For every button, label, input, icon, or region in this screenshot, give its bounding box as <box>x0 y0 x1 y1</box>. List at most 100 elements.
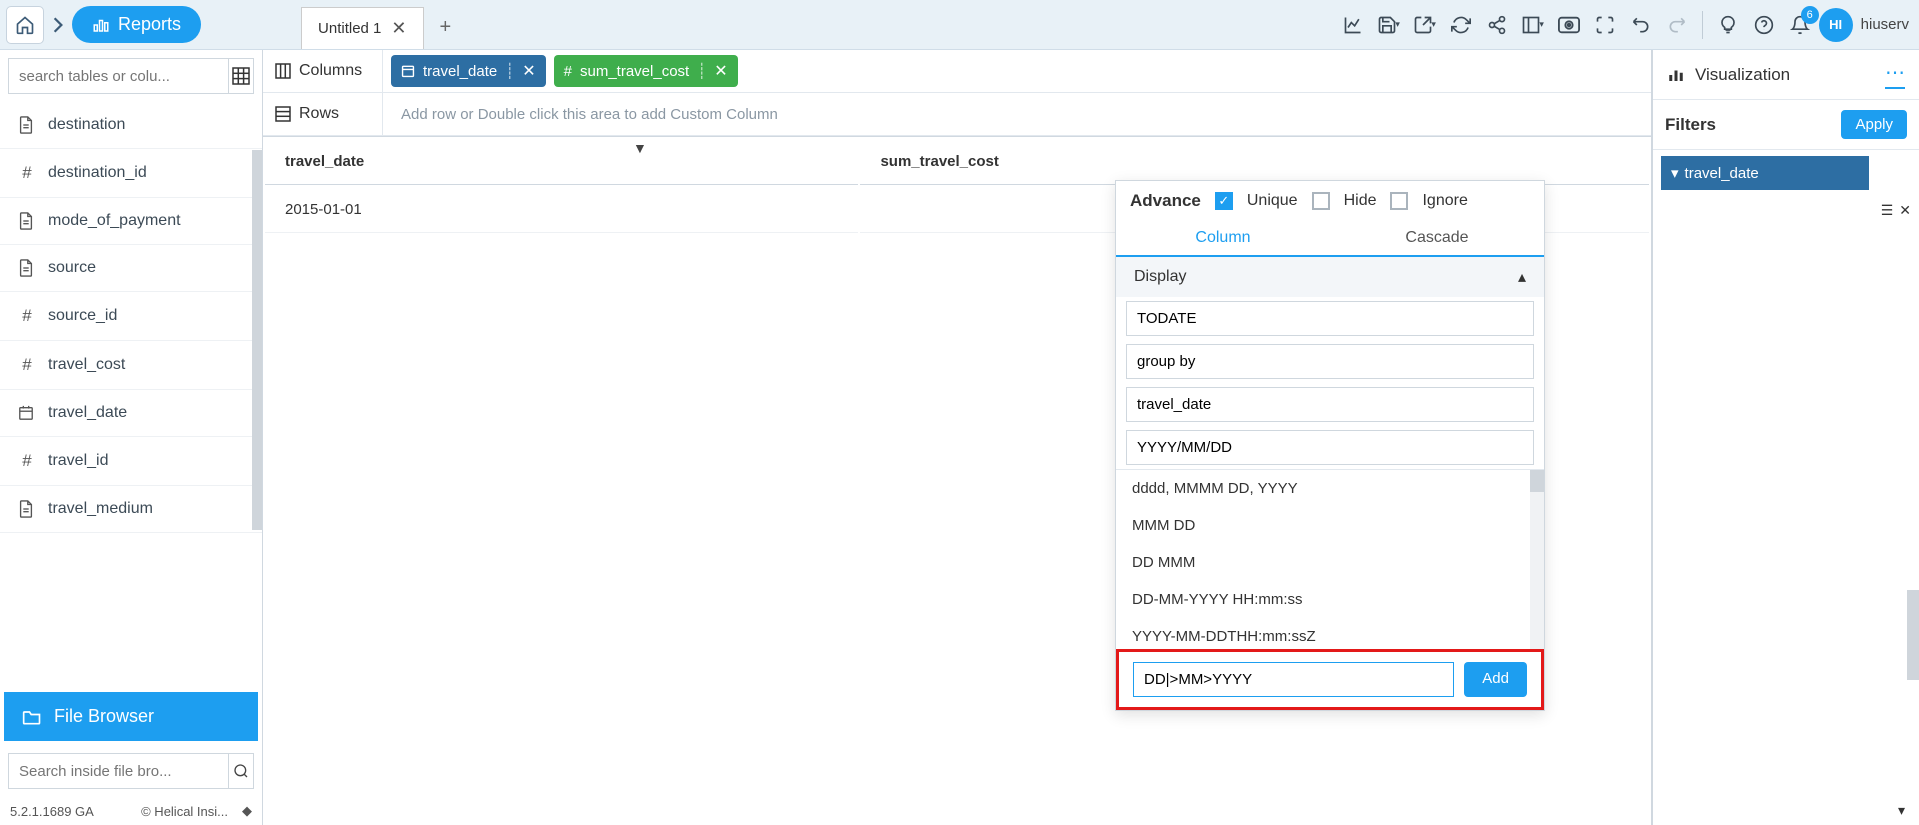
divider-icon: ┊ <box>505 62 514 80</box>
username: hiuserv <box>1855 16 1909 33</box>
tab-cascade[interactable]: Cascade <box>1330 221 1544 255</box>
field-item[interactable]: #destination_id <box>0 149 262 198</box>
notification-icon[interactable]: 6 <box>1783 8 1817 42</box>
columns-shelf-label: Columns <box>263 50 383 92</box>
add-format-row: Add <box>1116 649 1544 710</box>
hide-checkbox[interactable] <box>1312 192 1330 210</box>
file-icon <box>18 259 36 277</box>
caret-down-icon[interactable]: ▾ <box>1898 802 1905 819</box>
field-label: source <box>48 259 96 277</box>
table-header[interactable]: travel_date <box>265 139 858 185</box>
close-icon[interactable]: ✕ <box>522 61 535 81</box>
format-option[interactable]: MMM DD <box>1116 507 1544 544</box>
more-icon[interactable]: ⋯ <box>1885 60 1905 89</box>
field-label: travel_id <box>48 452 108 470</box>
ignore-label: Ignore <box>1422 192 1467 210</box>
chevron-right-icon[interactable] <box>44 6 72 44</box>
refresh-icon[interactable] <box>1444 8 1478 42</box>
hash-icon: # <box>564 63 572 80</box>
format-option[interactable]: DD MMM <box>1116 544 1544 581</box>
cal-icon <box>18 405 36 421</box>
display-input[interactable] <box>1126 387 1534 422</box>
columns-shelf[interactable]: travel_date ┊ ✕ # sum_travel_cost ┊ ✕ <box>383 51 1651 91</box>
home-button[interactable] <box>6 6 44 44</box>
bulb-icon[interactable] <box>1711 8 1745 42</box>
notification-badge: 6 <box>1801 6 1819 24</box>
rows-shelf[interactable]: Add row or Double click this area to add… <box>383 102 1651 127</box>
table-header[interactable]: sum_travel_cost <box>860 139 1649 185</box>
sidebar-scrollbar[interactable] <box>252 150 262 530</box>
chip-label: travel_date <box>423 63 497 80</box>
field-item[interactable]: #travel_id <box>0 437 262 486</box>
footer-caret-icon[interactable]: ◆ <box>242 803 252 819</box>
field-item[interactable]: #travel_cost <box>0 341 262 390</box>
format-option[interactable]: DD-MM-YYYY HH:mm:ss <box>1116 581 1544 618</box>
add-tab-button[interactable]: + <box>424 6 468 49</box>
save-icon[interactable]: ▾ <box>1372 8 1406 42</box>
document-tab[interactable]: Untitled 1 ✕ <box>301 7 423 49</box>
display-section-header[interactable]: Display ▴ <box>1116 257 1544 297</box>
close-icon[interactable]: ✕ <box>391 18 406 39</box>
caret-up-icon: ▴ <box>1518 267 1526 287</box>
display-input[interactable] <box>1126 301 1534 336</box>
field-label: mode_of_payment <box>48 212 181 230</box>
format-option[interactable]: dddd, MMMM DD, YYYY <box>1116 470 1544 507</box>
cal-icon <box>401 64 415 78</box>
filter-chip[interactable]: ▾ travel_date <box>1661 156 1869 190</box>
field-item[interactable]: source <box>0 245 262 292</box>
field-item[interactable]: #source_id <box>0 292 262 341</box>
caret-down-icon[interactable]: ▼ <box>633 140 647 156</box>
unique-checkbox[interactable]: ✓ <box>1215 192 1233 210</box>
fullscreen-icon[interactable] <box>1588 8 1622 42</box>
field-item[interactable]: destination <box>0 102 262 149</box>
list-icon[interactable]: ☰ <box>1881 202 1894 219</box>
field-label: travel_cost <box>48 356 125 374</box>
field-item[interactable]: travel_medium <box>0 486 262 533</box>
filters-label: Filters <box>1665 115 1716 135</box>
help-icon[interactable] <box>1747 8 1781 42</box>
close-icon[interactable]: ✕ <box>1899 202 1911 219</box>
reports-pill[interactable]: Reports <box>72 6 201 43</box>
file-browser-button[interactable]: File Browser <box>4 692 258 741</box>
avatar[interactable]: HI <box>1819 8 1853 42</box>
reports-label: Reports <box>118 14 181 35</box>
visualization-label: Visualization <box>1695 65 1790 85</box>
add-button[interactable]: Add <box>1464 662 1527 697</box>
display-input[interactable] <box>1126 344 1534 379</box>
right-scrollbar[interactable] <box>1907 590 1919 680</box>
layout-icon[interactable]: ▾ <box>1516 8 1550 42</box>
hash-icon: # <box>18 306 36 326</box>
caret-down-icon: ▾ <box>1671 164 1679 182</box>
ignore-checkbox[interactable] <box>1390 192 1408 210</box>
close-icon[interactable]: ✕ <box>714 61 727 81</box>
topbar: Reports Untitled 1 ✕ + ▾ ▾ ▾ 6 HI hiuser… <box>0 0 1919 50</box>
chart-icon[interactable] <box>1336 8 1370 42</box>
search-icon[interactable] <box>229 753 254 789</box>
tab-column[interactable]: Column <box>1116 221 1330 255</box>
export-icon[interactable]: ▾ <box>1408 8 1442 42</box>
column-settings-popup: Advance ✓ Unique Hide Ignore Column Casc… <box>1115 180 1545 711</box>
redo-icon[interactable] <box>1660 8 1694 42</box>
file-browser-search-input[interactable] <box>8 753 229 789</box>
display-input[interactable] <box>1126 430 1534 465</box>
field-item[interactable]: mode_of_payment <box>0 198 262 245</box>
right-panel: Visualization ⋯ Filters Apply ▾ travel_d… <box>1652 50 1919 825</box>
apply-button[interactable]: Apply <box>1841 110 1907 139</box>
field-label: destination <box>48 116 125 134</box>
grid-view-button[interactable] <box>229 58 254 94</box>
format-option[interactable]: YYYY-MM-DDTHH:mm:ssZ <box>1116 618 1544 649</box>
format-scrollbar[interactable] <box>1530 470 1544 649</box>
custom-format-input[interactable] <box>1133 662 1454 697</box>
version-text: 5.2.1.1689 GA <box>10 804 94 819</box>
copyright-text: © Helical Insi... <box>141 804 228 819</box>
advance-label: Advance <box>1130 191 1201 211</box>
eye-icon[interactable] <box>1552 8 1586 42</box>
search-input[interactable] <box>8 58 229 94</box>
undo-icon[interactable] <box>1624 8 1658 42</box>
tab-title: Untitled 1 <box>318 20 381 37</box>
chip-label: sum_travel_cost <box>580 63 689 80</box>
column-chip[interactable]: #sum_travel_cost┊✕ <box>554 55 738 87</box>
column-chip[interactable]: travel_date ┊ ✕ <box>391 55 546 87</box>
field-item[interactable]: travel_date <box>0 390 262 437</box>
share-icon[interactable] <box>1480 8 1514 42</box>
